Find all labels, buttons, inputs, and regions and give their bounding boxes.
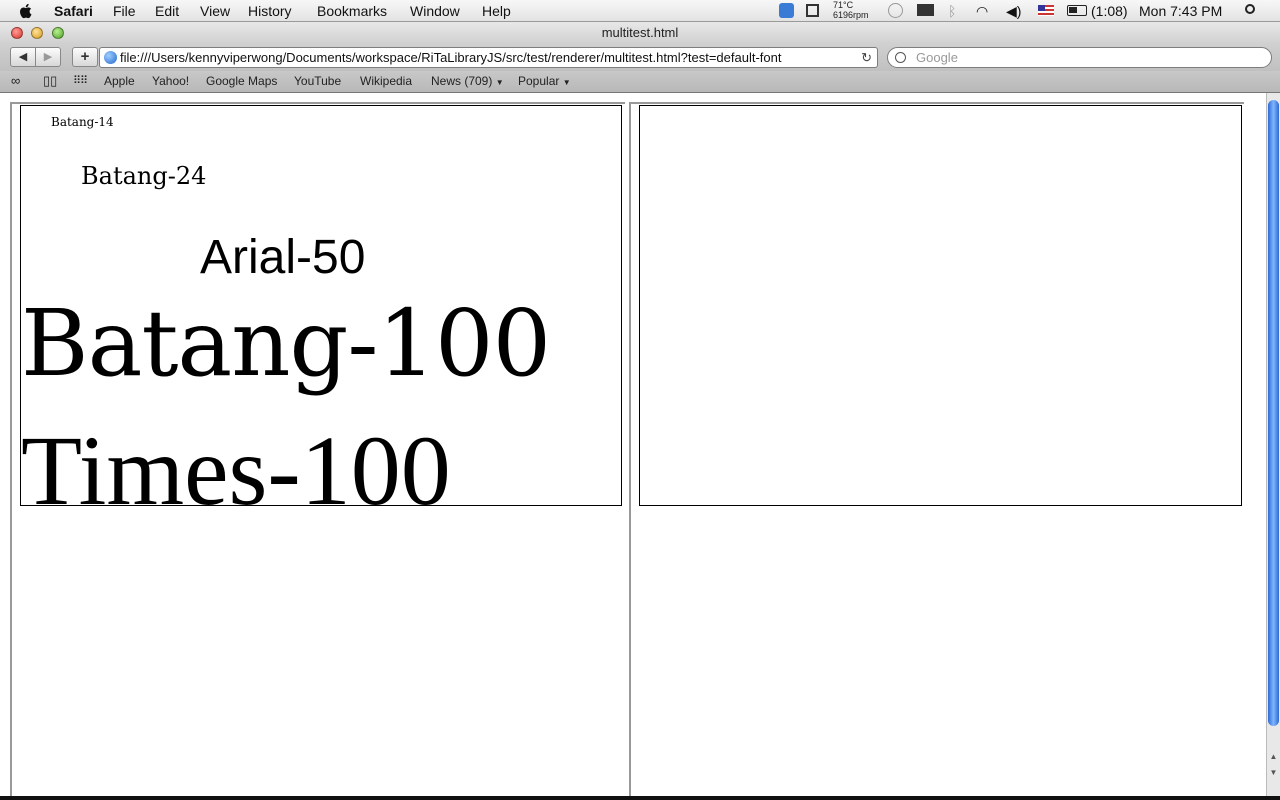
address-bar[interactable]: file:///Users/kennyviperwong/Documents/w… <box>99 47 878 68</box>
search-input[interactable]: Google <box>887 47 1272 68</box>
volume-icon[interactable]: ◀) <box>1006 2 1021 20</box>
scroll-down-arrow-icon[interactable]: ▼ <box>1268 768 1279 777</box>
bookmark-apple[interactable]: Apple <box>104 74 135 88</box>
sample-batang-24: Batang-24 <box>81 162 207 190</box>
window-title: multitest.html <box>601 25 679 40</box>
temperature-readout[interactable]: 71°C 6196rpm <box>833 0 869 20</box>
apple-icon[interactable] <box>19 3 34 19</box>
top-sites-grid-icon[interactable]: ⠿⠿ <box>73 74 88 88</box>
bookmarks-book-icon[interactable]: ▯▯ <box>43 74 57 88</box>
copy-sync-icon[interactable] <box>806 4 819 17</box>
sample-batang-100: Batang-100 <box>21 290 551 397</box>
wifi-icon[interactable]: ◠ <box>976 2 988 20</box>
bluetooth-icon[interactable]: ᛒ <box>948 2 956 20</box>
sample-times-100: Times-100 <box>21 415 451 506</box>
us-flag-icon[interactable] <box>1038 5 1054 16</box>
reading-list-icon[interactable]: ∞ <box>11 74 20 88</box>
bookmark-wikipedia[interactable]: Wikipedia <box>360 74 412 88</box>
bookmark-popular-folder[interactable]: Popular ▼ <box>518 74 571 90</box>
render-canvas-right <box>639 105 1242 506</box>
scrollbar-thumb[interactable] <box>1268 100 1279 726</box>
render-canvas-left: Batang-14 Batang-24 Arial-50 Batang-100 … <box>20 105 622 506</box>
display-icon[interactable] <box>917 4 934 16</box>
bookmark-youtube[interactable]: YouTube <box>294 74 341 88</box>
url-text: file:///Users/kennyviperwong/Documents/w… <box>120 50 782 65</box>
menu-history[interactable]: History <box>248 2 292 20</box>
add-bookmark-button[interactable]: + <box>72 47 98 67</box>
time-machine-icon[interactable] <box>888 3 903 18</box>
web-page: Batang-14 Batang-24 Arial-50 Batang-100 … <box>0 93 1266 796</box>
menu-bookmarks[interactable]: Bookmarks <box>317 2 387 20</box>
battery-icon[interactable] <box>1067 5 1087 16</box>
reload-icon[interactable]: ↻ <box>861 48 872 67</box>
clock[interactable]: Mon 7:43 PM <box>1139 2 1222 20</box>
menu-file[interactable]: File <box>113 2 136 20</box>
back-button[interactable]: ◀ <box>10 47 36 67</box>
menu-view[interactable]: View <box>200 2 230 20</box>
right-frame <box>629 102 1244 796</box>
forward-button[interactable]: ▶ <box>35 47 61 67</box>
bookmark-yahoo[interactable]: Yahoo! <box>152 74 189 88</box>
menu-edit[interactable]: Edit <box>155 2 179 20</box>
window-bottom-edge <box>0 796 1280 800</box>
page-globe-icon <box>104 51 117 64</box>
search-icon <box>895 52 906 63</box>
bookmarks-bar <box>0 71 1280 93</box>
menu-help[interactable]: Help <box>482 2 511 20</box>
sample-batang-14: Batang-14 <box>51 115 114 129</box>
spotlight-icon[interactable] <box>1245 4 1255 14</box>
chevron-down-icon: ▼ <box>562 78 571 87</box>
menu-window[interactable]: Window <box>410 2 460 20</box>
bookmark-news-folder[interactable]: News (709) ▼ <box>431 74 504 90</box>
battery-time[interactable]: (1:08) <box>1091 2 1128 20</box>
menu-app-safari[interactable]: Safari <box>54 2 93 20</box>
menu-bar: Safari File Edit View History Bookmarks … <box>0 0 1280 22</box>
search-placeholder: Google <box>916 50 958 65</box>
sample-arial-50: Arial-50 <box>200 231 366 284</box>
scroll-up-arrow-icon[interactable]: ▲ <box>1268 752 1279 761</box>
chevron-down-icon: ▼ <box>495 78 504 87</box>
left-frame: Batang-14 Batang-24 Arial-50 Batang-100 … <box>10 102 625 796</box>
bookmark-google-maps[interactable]: Google Maps <box>206 74 277 88</box>
dropbox-icon[interactable] <box>779 3 794 18</box>
